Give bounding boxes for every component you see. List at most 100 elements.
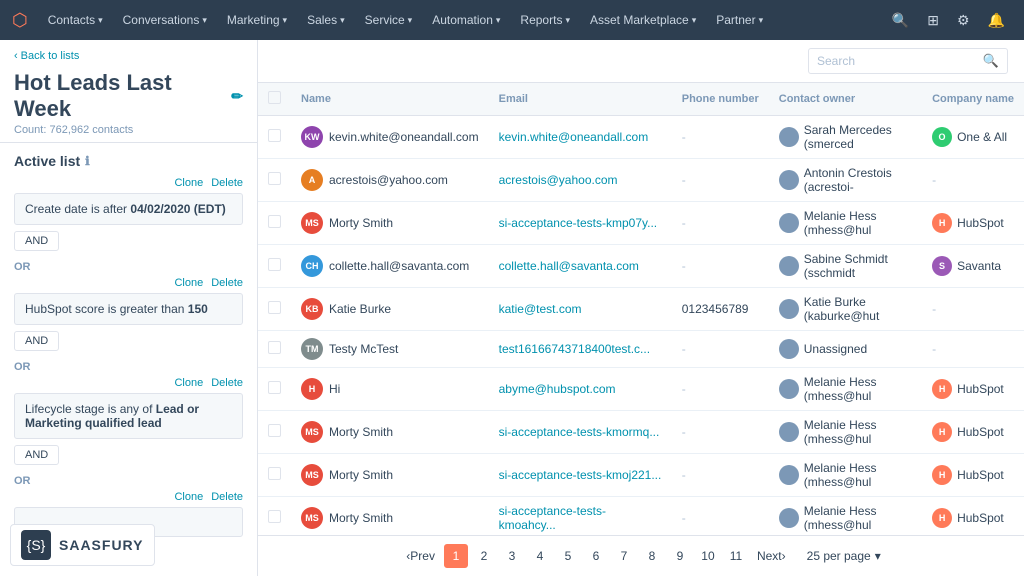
page-3-button[interactable]: 3: [500, 544, 524, 568]
page-7-button[interactable]: 7: [612, 544, 636, 568]
clone-filter-3-link[interactable]: Clone: [174, 377, 203, 389]
row-checkbox-cell[interactable]: [258, 159, 291, 202]
apps-icon[interactable]: ⊞: [920, 8, 946, 33]
contact-email-cell[interactable]: si-acceptance-tests-kmormq...: [489, 411, 672, 454]
search-input[interactable]: [817, 54, 983, 68]
company-avatar: H: [932, 213, 952, 233]
table-body: KW kevin.white@oneandall.com kevin.white…: [258, 116, 1024, 536]
table-row: KB Katie Burke katie@test.com 0123456789…: [258, 288, 1024, 331]
company-avatar: H: [932, 379, 952, 399]
contact-email-cell[interactable]: abyme@hubspot.com: [489, 368, 672, 411]
chevron-icon: ▾: [496, 15, 501, 26]
contact-name-cell[interactable]: MS Morty Smith: [291, 497, 489, 536]
page-2-button[interactable]: 2: [472, 544, 496, 568]
row-checkbox-cell[interactable]: [258, 497, 291, 536]
contact-name-cell[interactable]: MS Morty Smith: [291, 411, 489, 454]
back-to-lists-link[interactable]: ‹ Back to lists: [14, 50, 243, 62]
contact-avatar: KB: [301, 298, 323, 320]
contact-name-cell[interactable]: KW kevin.white@oneandall.com: [291, 116, 489, 159]
nav-automation[interactable]: Automation ▾: [424, 9, 508, 31]
row-checkbox-cell[interactable]: [258, 202, 291, 245]
owner-name-text: Melanie Hess (mhess@hul: [804, 418, 912, 446]
page-11-button[interactable]: 11: [724, 544, 748, 568]
and-button-1[interactable]: AND: [14, 231, 59, 251]
contact-email-cell[interactable]: collette.hall@savanta.com: [489, 245, 672, 288]
row-checkbox-cell[interactable]: [258, 368, 291, 411]
contact-name-cell[interactable]: KB Katie Burke: [291, 288, 489, 331]
nav-marketing[interactable]: Marketing ▾: [219, 9, 295, 31]
contact-name-cell[interactable]: A acrestois@yahoo.com: [291, 159, 489, 202]
contact-name-cell[interactable]: MS Morty Smith: [291, 454, 489, 497]
delete-filter-4-link[interactable]: Delete: [211, 491, 243, 503]
edit-title-icon[interactable]: ✏: [231, 88, 243, 105]
clone-filter-2-link[interactable]: Clone: [174, 277, 203, 289]
contact-email-cell[interactable]: test16166743718400test.c...: [489, 331, 672, 368]
nav-sales[interactable]: Sales ▾: [299, 9, 353, 31]
delete-filter-3-link[interactable]: Delete: [211, 377, 243, 389]
contact-phone-cell: -: [672, 411, 769, 454]
contact-email-cell[interactable]: si-acceptance-tests-kmoj221...: [489, 454, 672, 497]
row-checkbox-cell[interactable]: [258, 331, 291, 368]
chevron-icon: ▾: [283, 15, 288, 26]
search-input-wrap[interactable]: 🔍: [808, 48, 1008, 74]
page-10-button[interactable]: 10: [696, 544, 720, 568]
contact-email-cell[interactable]: si-acceptance-tests-kmoahcy...: [489, 497, 672, 536]
company-name-text: HubSpot: [957, 511, 1004, 525]
contact-email-text: si-acceptance-tests-kmormq...: [499, 425, 660, 439]
per-page-selector[interactable]: 25 per page ▾: [807, 549, 881, 563]
row-checkbox-cell[interactable]: [258, 411, 291, 454]
nav-reports[interactable]: Reports ▾: [512, 9, 578, 31]
row-checkbox-cell[interactable]: [258, 116, 291, 159]
table-row: A acrestois@yahoo.com acrestois@yahoo.co…: [258, 159, 1024, 202]
contact-phone-text: 0123456789: [682, 302, 749, 316]
contact-name-cell[interactable]: MS Morty Smith: [291, 202, 489, 245]
nav-contacts[interactable]: Contacts ▾: [40, 9, 111, 31]
page-8-button[interactable]: 8: [640, 544, 664, 568]
delete-filter-1-link[interactable]: Delete: [211, 177, 243, 189]
contact-company-cell: -: [922, 288, 1024, 331]
contacts-table-wrap: Name Email Phone number Contact owner Co…: [258, 83, 1024, 535]
nav-service[interactable]: Service ▾: [357, 9, 421, 31]
contact-name-cell[interactable]: TM Testy McTest: [291, 331, 489, 368]
settings-icon[interactable]: ⚙: [950, 8, 977, 33]
table-row: MS Morty Smith si-acceptance-tests-kmoah…: [258, 497, 1024, 536]
contact-phone-text: -: [682, 425, 686, 439]
row-checkbox-cell[interactable]: [258, 454, 291, 497]
prev-page-button[interactable]: ‹ Prev: [401, 544, 440, 568]
clone-filter-1-link[interactable]: Clone: [174, 177, 203, 189]
page-4-button[interactable]: 4: [528, 544, 552, 568]
and-button-2[interactable]: AND: [14, 331, 59, 351]
next-page-button[interactable]: Next ›: [752, 544, 791, 568]
search-icon[interactable]: 🔍: [983, 53, 999, 69]
info-icon[interactable]: ℹ: [85, 154, 90, 168]
contact-email-cell[interactable]: acrestois@yahoo.com: [489, 159, 672, 202]
contact-name-cell[interactable]: CH collette.hall@savanta.com: [291, 245, 489, 288]
sidebar: ‹ Back to lists Hot Leads Last Week ✏ Co…: [0, 40, 258, 576]
row-checkbox-cell[interactable]: [258, 288, 291, 331]
page-1-button[interactable]: 1: [444, 544, 468, 568]
select-all-header[interactable]: [258, 83, 291, 116]
page-9-button[interactable]: 9: [668, 544, 692, 568]
contact-email-cell[interactable]: katie@test.com: [489, 288, 672, 331]
search-nav-icon[interactable]: 🔍: [885, 8, 916, 33]
contact-email-text: test16166743718400test.c...: [499, 342, 650, 356]
nav-asset-marketplace[interactable]: Asset Marketplace ▾: [582, 9, 704, 31]
page-5-button[interactable]: 5: [556, 544, 580, 568]
row-checkbox-cell[interactable]: [258, 245, 291, 288]
clone-filter-4-link[interactable]: Clone: [174, 491, 203, 503]
nav-conversations[interactable]: Conversations ▾: [115, 9, 215, 31]
owner-name-text: Melanie Hess (mhess@hul: [804, 375, 912, 403]
contact-email-cell[interactable]: kevin.white@oneandall.com: [489, 116, 672, 159]
top-navigation: ⬡ Contacts ▾ Conversations ▾ Marketing ▾…: [0, 0, 1024, 40]
contact-name-cell[interactable]: H Hi: [291, 368, 489, 411]
page-6-button[interactable]: 6: [584, 544, 608, 568]
notification-icon[interactable]: 🔔: [981, 8, 1012, 33]
nav-partner[interactable]: Partner ▾: [708, 9, 771, 31]
filter-2-text: HubSpot score is greater than 150: [25, 302, 208, 316]
contact-email-cell[interactable]: si-acceptance-tests-kmp07y...: [489, 202, 672, 245]
filter-group-3-actions: Clone Delete: [14, 377, 243, 389]
pagination: ‹ Prev 1 2 3 4 5 6 7 8 9 10 11 Next › 25…: [258, 535, 1024, 576]
delete-filter-2-link[interactable]: Delete: [211, 277, 243, 289]
and-button-3[interactable]: AND: [14, 445, 59, 465]
owner-avatar: [779, 127, 799, 147]
